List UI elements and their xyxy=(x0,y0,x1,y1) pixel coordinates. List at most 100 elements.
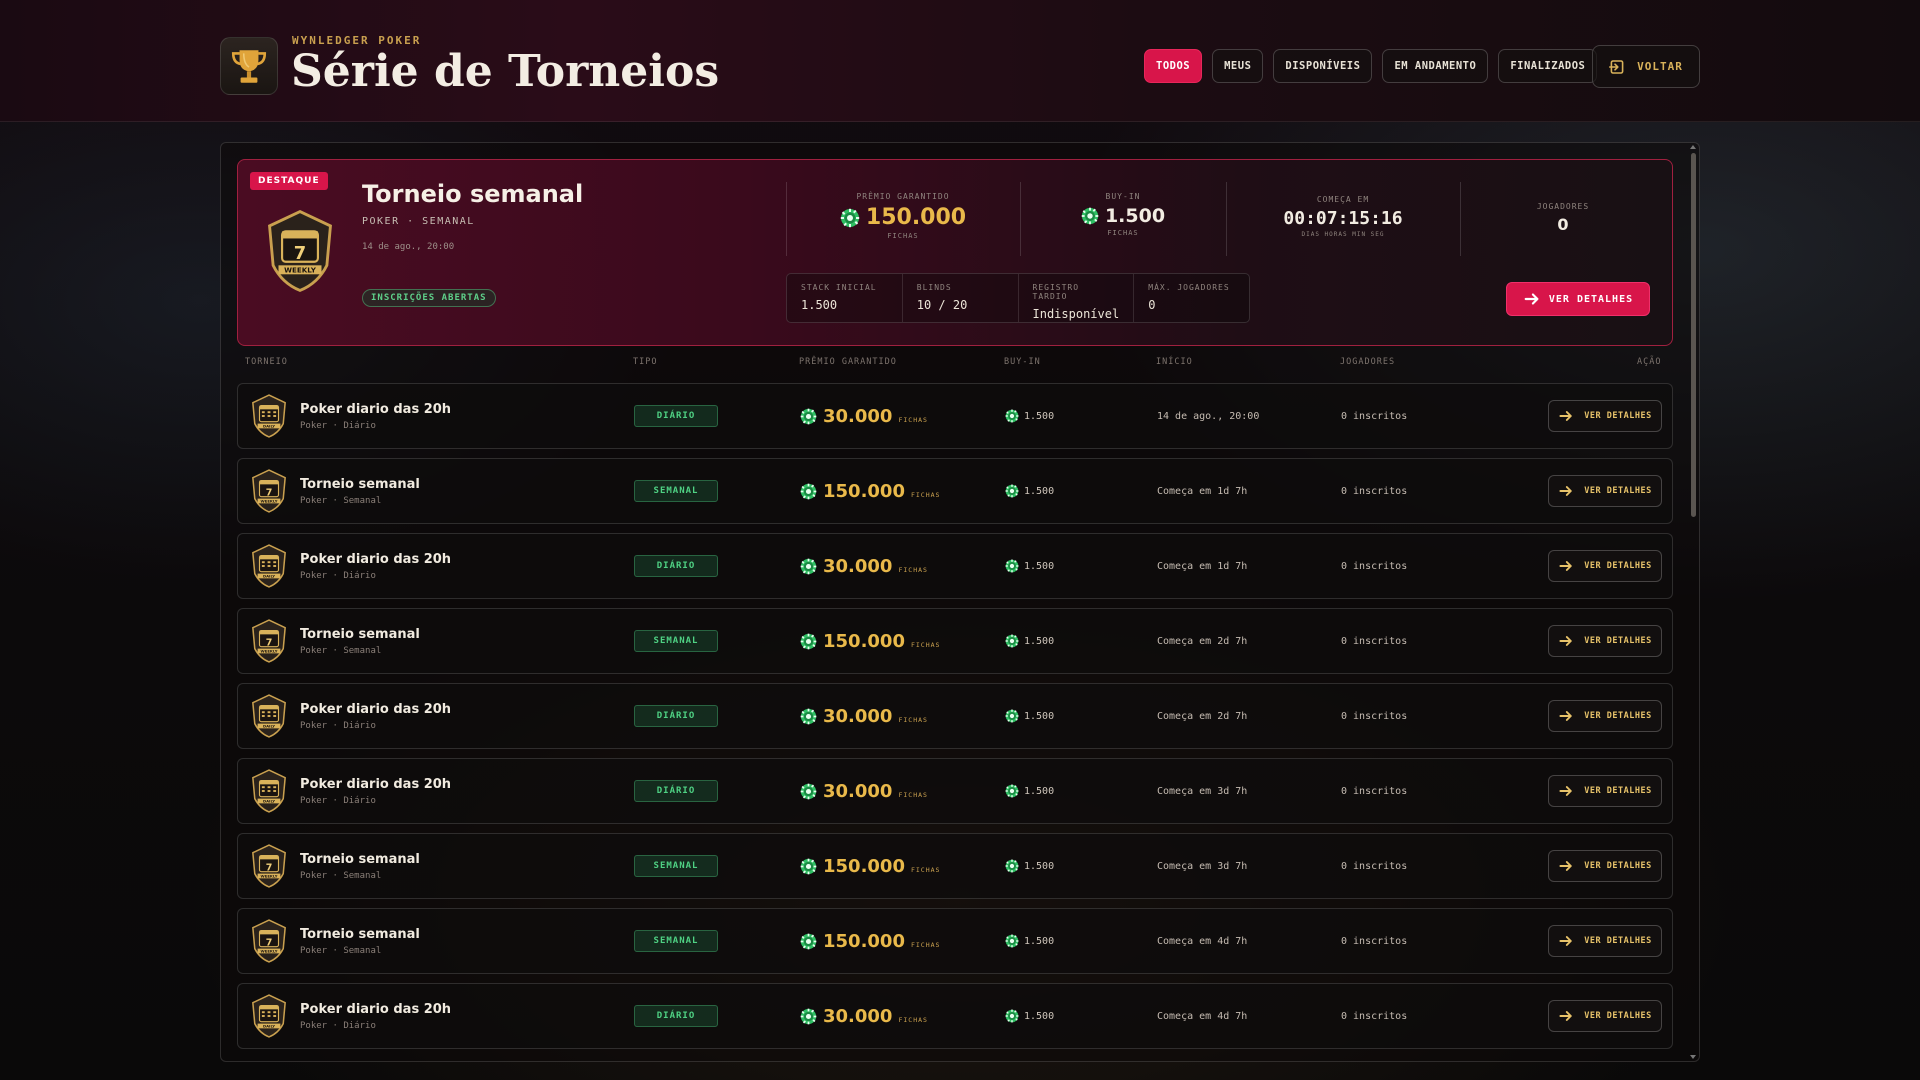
filter-tabs: TODOS MEUS DISPONÍVEIS EM ANDAMENTO FINA… xyxy=(1144,49,1598,83)
scroll-up-arrow[interactable] xyxy=(1690,145,1696,149)
daily-badge-icon xyxy=(250,543,288,589)
filter-em-andamento[interactable]: EM ANDAMENTO xyxy=(1382,49,1489,83)
chip-icon xyxy=(1005,934,1019,948)
trophy-logo xyxy=(220,37,278,95)
view-details-button[interactable]: VER DETALHES xyxy=(1548,475,1662,507)
table-row[interactable]: Poker diario das 20h Poker · Diário DIÁR… xyxy=(237,683,1673,749)
page-title: Série de Torneios xyxy=(291,46,720,97)
buyin-unit: FICHAS xyxy=(1107,229,1139,237)
players-cell: 0 inscritos xyxy=(1341,785,1408,797)
view-details-button[interactable]: VER DETALHES xyxy=(1548,550,1662,582)
blinds: BLINDS 10 / 20 xyxy=(903,274,1019,322)
filter-disponiveis[interactable]: DISPONÍVEIS xyxy=(1273,49,1373,83)
view-details-button[interactable]: VER DETALHES xyxy=(1548,1000,1662,1032)
view-details-label: VER DETALHES xyxy=(1584,936,1652,946)
row-icon xyxy=(250,984,288,1048)
table-row[interactable]: Torneio semanal Poker · Semanal SEMANAL … xyxy=(237,458,1673,524)
players-cell: 0 inscritos xyxy=(1341,1010,1408,1022)
featured-details-button[interactable]: VER DETALHES xyxy=(1506,282,1650,316)
prize-cell: 30.000 FICHAS xyxy=(800,684,928,748)
view-details-button[interactable]: VER DETALHES xyxy=(1548,700,1662,732)
weekly-badge-icon xyxy=(264,208,336,294)
prize-unit: FICHAS xyxy=(887,232,919,240)
weekly-badge-icon xyxy=(250,468,288,514)
prize-value: 30.000 xyxy=(823,780,893,802)
table-row[interactable]: Torneio semanal Poker · Semanal SEMANAL … xyxy=(237,833,1673,899)
tournament-name: Torneio semanal xyxy=(300,626,420,642)
tournament-name-cell: Torneio semanal Poker · Semanal xyxy=(300,834,420,898)
chip-icon xyxy=(800,1008,817,1025)
table-row[interactable]: Poker diario das 20h Poker · Diário DIÁR… xyxy=(237,533,1673,599)
type-badge: SEMANAL xyxy=(634,855,718,877)
arrow-right-icon xyxy=(1558,933,1574,949)
chip-icon xyxy=(1005,409,1019,423)
type-cell: SEMANAL xyxy=(634,834,718,898)
col-tipo: TIPO xyxy=(633,357,658,367)
scroll-down-arrow[interactable] xyxy=(1690,1055,1696,1059)
tournament-name: Poker diario das 20h xyxy=(300,1001,452,1017)
table-row[interactable]: Poker diario das 20h Poker · Diário DIÁR… xyxy=(237,758,1673,824)
chip-icon xyxy=(1005,709,1019,723)
prize-value: 30.000 xyxy=(823,705,893,727)
arrow-right-icon xyxy=(1558,633,1574,649)
prize-label: PRÊMIO GARANTIDO xyxy=(856,192,950,201)
filter-meus[interactable]: MEUS xyxy=(1212,49,1264,83)
tournament-name: Torneio semanal xyxy=(300,476,420,492)
tournament-panel: DESTAQUE Torneio semanal POKER · SEMANAL… xyxy=(220,142,1700,1062)
type-cell: SEMANAL xyxy=(634,909,718,973)
exit-icon xyxy=(1609,59,1624,74)
chip-icon xyxy=(1005,559,1019,573)
mini-value: 0 xyxy=(1148,298,1156,312)
prize-cell: 150.000 FICHAS xyxy=(800,834,940,898)
prize-value: 150.000 xyxy=(823,855,905,877)
view-details-button[interactable]: VER DETALHES xyxy=(1548,925,1662,957)
tournament-name: Poker diario das 20h xyxy=(300,776,452,792)
scrollbar-thumb[interactable] xyxy=(1691,153,1696,517)
registration-status-badge: INSCRIÇÕES ABERTAS xyxy=(362,289,496,307)
start-cell: Começa em 3d 7h xyxy=(1157,860,1248,872)
featured-buyin: BUY-IN 1.500 FICHAS xyxy=(1020,192,1226,237)
start-label: COMEÇA EM xyxy=(1316,195,1370,204)
start-cell: Começa em 4d 7h xyxy=(1157,935,1248,947)
col-premio: PRÊMIO GARANTIDO xyxy=(799,357,897,367)
table-row[interactable]: Torneio semanal Poker · Semanal SEMANAL … xyxy=(237,908,1673,974)
start-cell: Começa em 2d 7h xyxy=(1157,635,1248,647)
tournament-name-cell: Poker diario das 20h Poker · Diário xyxy=(300,759,451,823)
type-cell: DIÁRIO xyxy=(634,384,718,448)
buyin-cell: 1.500 xyxy=(1005,684,1054,748)
col-acao: AÇÃO xyxy=(1637,357,1662,367)
tournament-category: Poker · Semanal xyxy=(300,645,382,656)
players-cell: 0 inscritos xyxy=(1341,635,1408,647)
back-button[interactable]: VOLTAR xyxy=(1592,45,1700,88)
col-jogadores: JOGADORES xyxy=(1340,357,1396,367)
start-cell: Começa em 3d 7h xyxy=(1157,785,1248,797)
chip-icon xyxy=(800,483,817,500)
filter-todos[interactable]: TODOS xyxy=(1144,49,1203,83)
tournament-name-cell: Torneio semanal Poker · Semanal xyxy=(300,909,420,973)
buyin-cell: 1.500 xyxy=(1005,609,1054,673)
type-cell: SEMANAL xyxy=(634,459,718,523)
table-row[interactable]: Torneio semanal Poker · Semanal SEMANAL … xyxy=(237,608,1673,674)
prize-cell: 30.000 FICHAS xyxy=(800,534,928,598)
view-details-label: VER DETALHES xyxy=(1584,636,1652,646)
start-cell: Começa em 4d 7h xyxy=(1157,1010,1248,1022)
table-row[interactable]: Poker diario das 20h Poker · Diário DIÁR… xyxy=(237,383,1673,449)
buyin-cell: 1.500 xyxy=(1005,834,1054,898)
view-details-label: VER DETALHES xyxy=(1584,786,1652,796)
view-details-button[interactable]: VER DETALHES xyxy=(1548,625,1662,657)
prize-unit: FICHAS xyxy=(898,416,928,424)
buyin-value: 1.500 xyxy=(1024,635,1055,647)
prize-unit: FICHAS xyxy=(898,791,928,799)
start-cell: Começa em 2d 7h xyxy=(1157,710,1248,722)
buyin-value: 1.500 xyxy=(1024,935,1055,947)
view-details-button[interactable]: VER DETALHES xyxy=(1548,850,1662,882)
tournament-name: Torneio semanal xyxy=(300,851,420,867)
filter-finalizados[interactable]: FINALIZADOS xyxy=(1498,49,1598,83)
featured-details: STACK INICIAL 1.500 BLINDS 10 / 20 REGIS… xyxy=(786,273,1250,323)
prize-unit: FICHAS xyxy=(910,866,941,874)
view-details-button[interactable]: VER DETALHES xyxy=(1548,400,1662,432)
type-badge: DIÁRIO xyxy=(634,780,718,802)
view-details-button[interactable]: VER DETALHES xyxy=(1548,775,1662,807)
table-row[interactable]: Poker diario das 20h Poker · Diário DIÁR… xyxy=(237,983,1673,1049)
prize-unit: FICHAS xyxy=(910,941,941,949)
